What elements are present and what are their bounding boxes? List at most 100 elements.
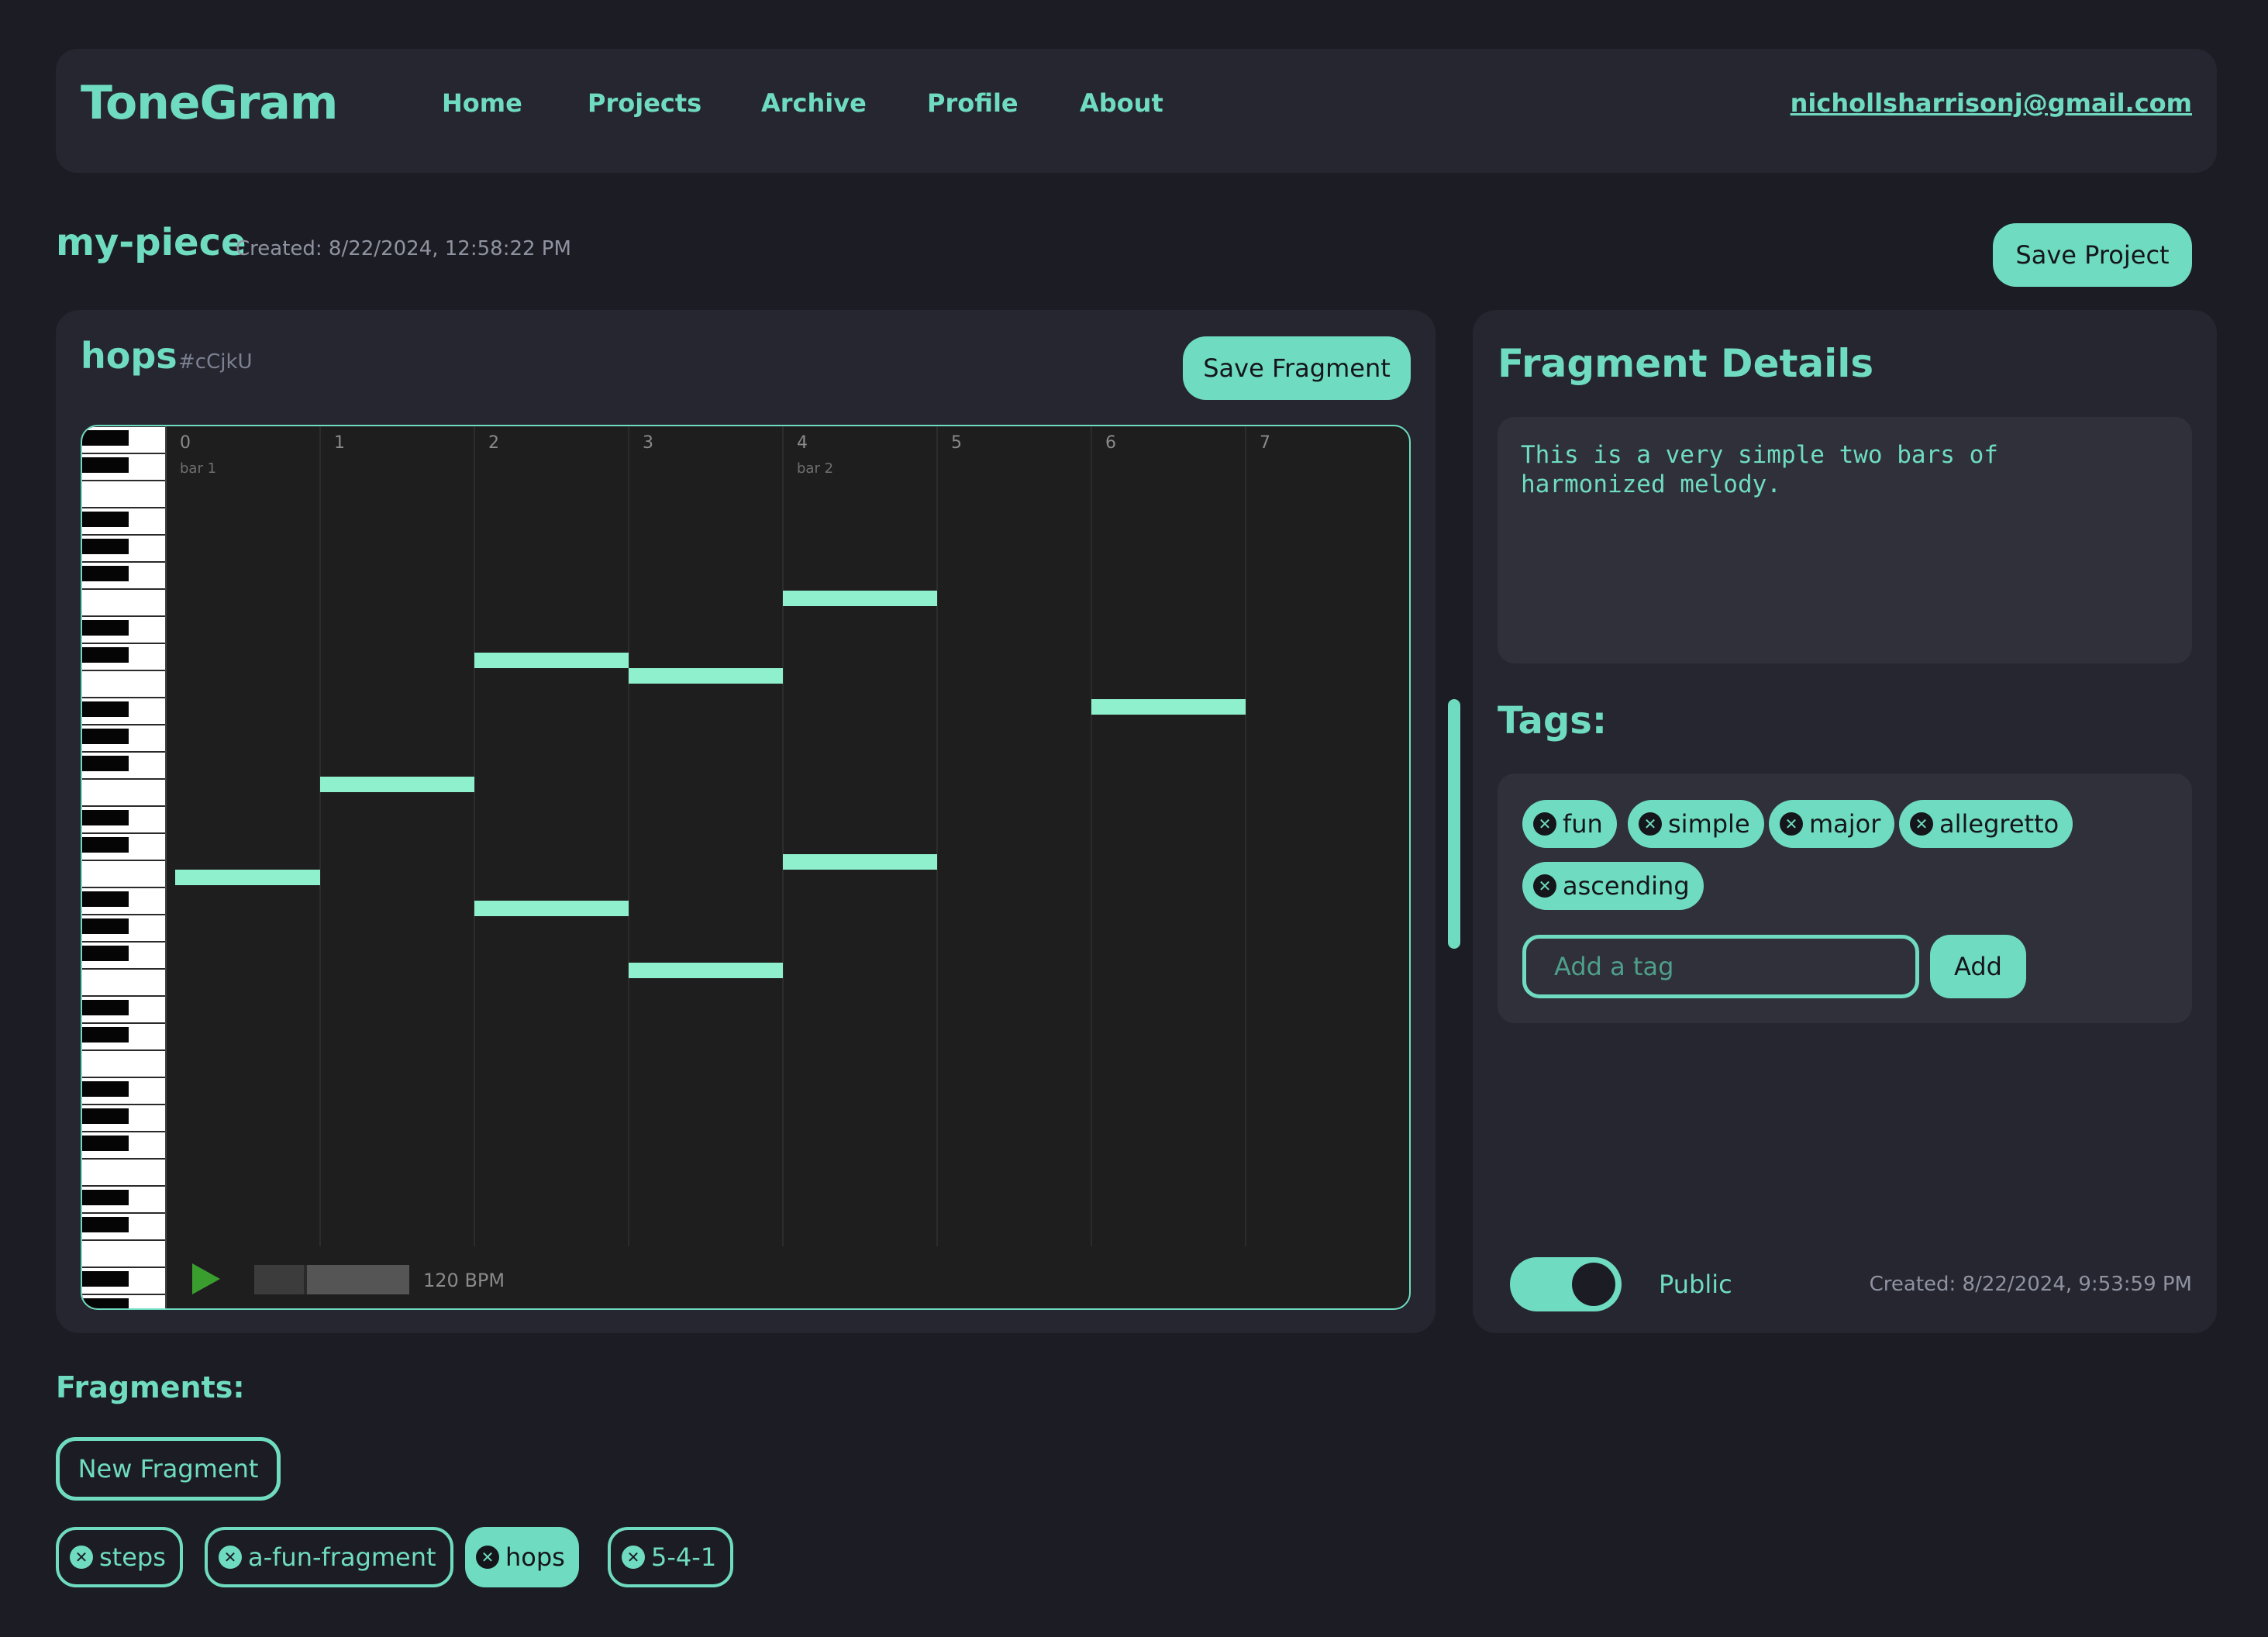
fragment-chip-5-4-1[interactable]: ✕ 5-4-1 — [608, 1527, 734, 1587]
tags-title: Tags: — [1498, 699, 1608, 743]
note-block — [629, 963, 783, 978]
black-key — [82, 1027, 129, 1043]
toggle-knob — [1572, 1263, 1615, 1306]
remove-icon[interactable]: ✕ — [1639, 812, 1662, 836]
note-block — [629, 668, 783, 684]
note-block — [474, 901, 629, 916]
beat-grid: 0 1 2 3 4 5 6 7 bar 1 bar 2 — [180, 426, 1270, 1246]
remove-icon[interactable]: ✕ — [476, 1546, 499, 1569]
fragment-label: steps — [99, 1542, 166, 1572]
fragments-title: Fragments: — [56, 1370, 245, 1404]
fragment-label: a-fun-fragment — [248, 1542, 436, 1572]
note-block — [783, 591, 937, 606]
play-icon[interactable] — [192, 1263, 220, 1294]
piano-roll-canvas[interactable]: 0 1 2 3 4 5 6 7 bar 1 bar 2 120 BPM — [82, 426, 1411, 1310]
fragment-name: hops — [81, 335, 178, 377]
beat-label: 6 — [1105, 433, 1116, 453]
black-key — [82, 946, 129, 961]
piano-keyboard — [82, 426, 167, 1308]
fragment-created-date: Created: 8/22/2024, 9:53:59 PM — [1869, 1273, 2192, 1296]
add-tag-input[interactable] — [1522, 935, 1919, 998]
black-key — [82, 756, 129, 771]
black-key — [82, 701, 129, 717]
remove-icon[interactable]: ✕ — [1533, 874, 1556, 898]
panel-resize-handle[interactable] — [1448, 699, 1460, 949]
black-key — [82, 1298, 129, 1308]
tag-chip[interactable]: ✕ fun — [1522, 800, 1617, 848]
user-email-link[interactable]: nichollsharrisonj@gmail.com — [1791, 88, 2192, 118]
nav-link-archive[interactable]: Archive — [761, 88, 867, 118]
fragment-id: #cCjkU — [178, 350, 253, 374]
project-created-date: Created: 8/22/2024, 12:58:22 PM — [236, 237, 571, 260]
black-key — [82, 837, 129, 853]
beat-label: 3 — [643, 433, 653, 453]
black-key — [82, 647, 129, 663]
notes-layer — [175, 591, 1246, 978]
bar-label: bar 2 — [797, 460, 833, 477]
beat-label: 4 — [797, 433, 808, 453]
black-key — [82, 620, 129, 636]
tempo-label: 120 BPM — [423, 1270, 505, 1291]
remove-icon[interactable]: ✕ — [70, 1546, 93, 1569]
save-fragment-button[interactable]: Save Fragment — [1183, 336, 1411, 400]
note-block — [1091, 699, 1246, 715]
nav-link-profile[interactable]: Profile — [927, 88, 1019, 118]
tag-chip[interactable]: ✕ major — [1769, 800, 1895, 848]
black-key — [82, 918, 129, 934]
black-key — [82, 1000, 129, 1015]
black-key — [82, 1271, 129, 1287]
beat-label: 5 — [951, 433, 962, 453]
beat-label: 7 — [1260, 433, 1270, 453]
note-block — [474, 653, 629, 668]
note-block — [320, 777, 474, 792]
fragment-chip-a-fun-fragment[interactable]: ✕ a-fun-fragment — [205, 1527, 453, 1587]
fragment-chip-steps[interactable]: ✕ steps — [56, 1527, 183, 1587]
tag-label: fun — [1563, 809, 1603, 839]
black-key — [82, 1108, 129, 1124]
project-title: my-piece — [56, 221, 246, 264]
remove-icon[interactable]: ✕ — [1780, 812, 1803, 836]
fragment-chip-hops[interactable]: ✕ hops — [465, 1527, 579, 1587]
description-textarea[interactable]: This is a very simple two bars of harmon… — [1498, 417, 2192, 663]
note-block — [783, 854, 937, 870]
public-toggle[interactable] — [1510, 1257, 1622, 1311]
tag-label: major — [1809, 809, 1881, 839]
black-key — [82, 566, 129, 581]
remove-icon[interactable]: ✕ — [219, 1546, 242, 1569]
black-key — [82, 1190, 129, 1205]
black-key — [82, 1217, 129, 1232]
black-key — [82, 891, 129, 907]
bar-label: bar 1 — [180, 460, 216, 477]
app-logo[interactable]: ToneGram — [81, 76, 338, 130]
keyboard-background — [82, 426, 166, 1308]
remove-icon[interactable]: ✕ — [622, 1546, 645, 1569]
piano-roll-editor[interactable]: 0 1 2 3 4 5 6 7 bar 1 bar 2 120 BPM — [81, 425, 1411, 1310]
transport-controls: 120 BPM — [192, 1263, 505, 1294]
black-key — [82, 457, 129, 473]
remove-icon[interactable]: ✕ — [1910, 812, 1933, 836]
nav-link-about[interactable]: About — [1080, 88, 1163, 118]
tag-chip[interactable]: ✕ ascending — [1522, 862, 1704, 910]
black-key — [82, 1136, 129, 1151]
beat-label: 0 — [180, 433, 191, 453]
nav-link-home[interactable]: Home — [442, 88, 522, 118]
public-label: Public — [1659, 1270, 1732, 1299]
details-title: Fragment Details — [1498, 341, 1874, 386]
tag-chip[interactable]: ✕ allegretto — [1899, 800, 2073, 848]
tag-label: simple — [1668, 809, 1750, 839]
remove-icon[interactable]: ✕ — [1533, 812, 1556, 836]
playback-progress — [254, 1265, 305, 1294]
black-key — [82, 1081, 129, 1097]
tag-chip[interactable]: ✕ simple — [1628, 800, 1764, 848]
fragment-label: hops — [505, 1542, 565, 1572]
new-fragment-button[interactable]: New Fragment — [56, 1437, 281, 1501]
beat-label: 2 — [488, 433, 499, 453]
add-tag-button[interactable]: Add — [1930, 935, 2026, 998]
nav-link-projects[interactable]: Projects — [588, 88, 701, 118]
tag-label: allegretto — [1939, 809, 2059, 839]
black-key — [82, 729, 129, 744]
black-key — [82, 430, 129, 446]
black-key — [82, 512, 129, 527]
save-project-button[interactable]: Save Project — [1993, 223, 2192, 287]
black-key — [82, 810, 129, 825]
